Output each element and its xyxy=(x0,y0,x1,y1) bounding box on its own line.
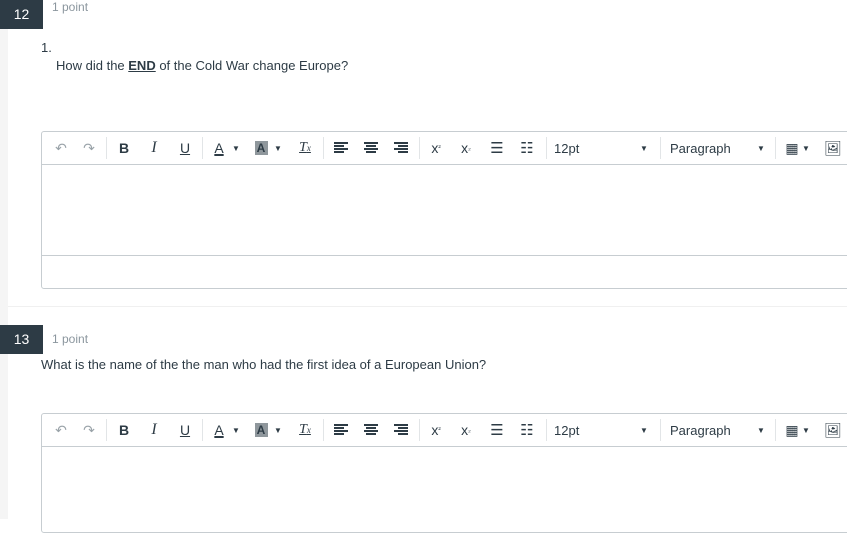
font-size-value: 12pt xyxy=(554,140,580,156)
chevron-down-icon[interactable]: ▼ xyxy=(800,132,812,164)
chevron-down-icon[interactable]: ▼ xyxy=(755,414,767,446)
align-center-icon[interactable] xyxy=(360,414,382,446)
editor-content-area[interactable] xyxy=(42,165,847,256)
image-icon[interactable]: 🖼 xyxy=(823,132,843,164)
toolbar-separator xyxy=(106,137,107,159)
toolbar-separator xyxy=(660,419,661,441)
toolbar-separator xyxy=(546,419,547,441)
redo-icon[interactable]: ↷ xyxy=(78,132,100,164)
superscript-icon[interactable]: x² xyxy=(425,414,447,446)
rich-text-editor: ↶ ↷ B I U A ▼ A ▼ Tx x² x₂ ☰ ☷ 12pt ▼ Pa… xyxy=(41,413,847,533)
bold-icon[interactable]: B xyxy=(113,132,135,164)
question-text: How did the END of the Cold War change E… xyxy=(56,58,348,73)
clear-formatting-icon[interactable]: Tx xyxy=(294,414,316,446)
block-format-value: Paragraph xyxy=(670,422,731,438)
block-format-value: Paragraph xyxy=(670,140,731,156)
font-size-value: 12pt xyxy=(554,422,580,438)
toolbar-separator xyxy=(775,419,776,441)
toolbar-separator xyxy=(660,137,661,159)
highlight-color-icon[interactable]: A xyxy=(250,132,272,164)
editor-status-bar xyxy=(42,256,847,288)
italic-icon[interactable]: I xyxy=(143,132,165,164)
align-left-icon[interactable] xyxy=(330,414,352,446)
numbered-list-icon[interactable]: ☷ xyxy=(516,132,538,164)
underline-icon[interactable]: U xyxy=(174,414,196,446)
toolbar-separator xyxy=(419,137,420,159)
bold-icon[interactable]: B xyxy=(113,414,135,446)
superscript-icon[interactable]: x² xyxy=(425,132,447,164)
editor-toolbar: ↶ ↷ B I U A ▼ A ▼ Tx x² x₂ ☰ ☷ 12pt ▼ Pa… xyxy=(42,132,847,165)
toolbar-separator xyxy=(546,137,547,159)
toolbar-separator xyxy=(419,419,420,441)
undo-icon[interactable]: ↶ xyxy=(50,414,72,446)
editor-content-area[interactable] xyxy=(42,447,847,537)
text-color-icon[interactable]: A xyxy=(208,414,230,446)
italic-icon[interactable]: I xyxy=(143,414,165,446)
align-center-icon[interactable] xyxy=(360,132,382,164)
chevron-down-icon[interactable]: ▼ xyxy=(272,414,284,446)
toolbar-separator xyxy=(202,137,203,159)
chevron-down-icon[interactable]: ▼ xyxy=(638,132,650,164)
chevron-down-icon[interactable]: ▼ xyxy=(800,414,812,446)
chevron-down-icon[interactable]: ▼ xyxy=(230,414,242,446)
toolbar-separator xyxy=(775,137,776,159)
question-text: What is the name of the the man who had … xyxy=(41,357,487,372)
undo-icon[interactable]: ↶ xyxy=(50,132,72,164)
question-points: 1 point xyxy=(52,332,89,346)
align-right-icon[interactable] xyxy=(390,414,412,446)
question-text-emphasis: END xyxy=(128,58,156,73)
bullet-list-icon[interactable]: ☰ xyxy=(486,132,508,164)
table-icon[interactable]: ▦ xyxy=(783,414,801,446)
bullet-list-icon[interactable]: ☰ xyxy=(486,414,508,446)
chevron-down-icon[interactable]: ▼ xyxy=(638,414,650,446)
question-sub-number: 1. xyxy=(41,40,52,55)
rich-text-editor: ↶ ↷ B I U A ▼ A ▼ Tx x² x₂ ☰ ☷ 12pt ▼ Pa… xyxy=(41,131,847,289)
table-icon[interactable]: ▦ xyxy=(783,132,801,164)
text-color-icon[interactable]: A xyxy=(208,132,230,164)
question-points: 1 point xyxy=(52,0,89,14)
subscript-icon[interactable]: x₂ xyxy=(455,414,477,446)
toolbar-separator xyxy=(106,419,107,441)
align-right-icon[interactable] xyxy=(390,132,412,164)
toolbar-separator xyxy=(323,137,324,159)
question-number-badge: 13 xyxy=(0,325,43,354)
clear-formatting-icon[interactable]: Tx xyxy=(294,132,316,164)
question-divider xyxy=(8,306,847,307)
image-icon[interactable]: 🖼 xyxy=(823,414,843,446)
left-page-strip xyxy=(0,0,8,519)
toolbar-separator xyxy=(202,419,203,441)
underline-icon[interactable]: U xyxy=(174,132,196,164)
editor-toolbar: ↶ ↷ B I U A ▼ A ▼ Tx x² x₂ ☰ ☷ 12pt ▼ Pa… xyxy=(42,414,847,447)
numbered-list-icon[interactable]: ☷ xyxy=(516,414,538,446)
question-number-badge: 12 xyxy=(0,0,43,29)
highlight-color-icon[interactable]: A xyxy=(250,414,272,446)
question-text-after: of the Cold War change Europe? xyxy=(155,58,349,73)
subscript-icon[interactable]: x₂ xyxy=(455,132,477,164)
question-text-before: How did the xyxy=(56,58,129,73)
chevron-down-icon[interactable]: ▼ xyxy=(230,132,242,164)
align-left-icon[interactable] xyxy=(330,132,352,164)
chevron-down-icon[interactable]: ▼ xyxy=(272,132,284,164)
toolbar-separator xyxy=(323,419,324,441)
chevron-down-icon[interactable]: ▼ xyxy=(755,132,767,164)
redo-icon[interactable]: ↷ xyxy=(78,414,100,446)
